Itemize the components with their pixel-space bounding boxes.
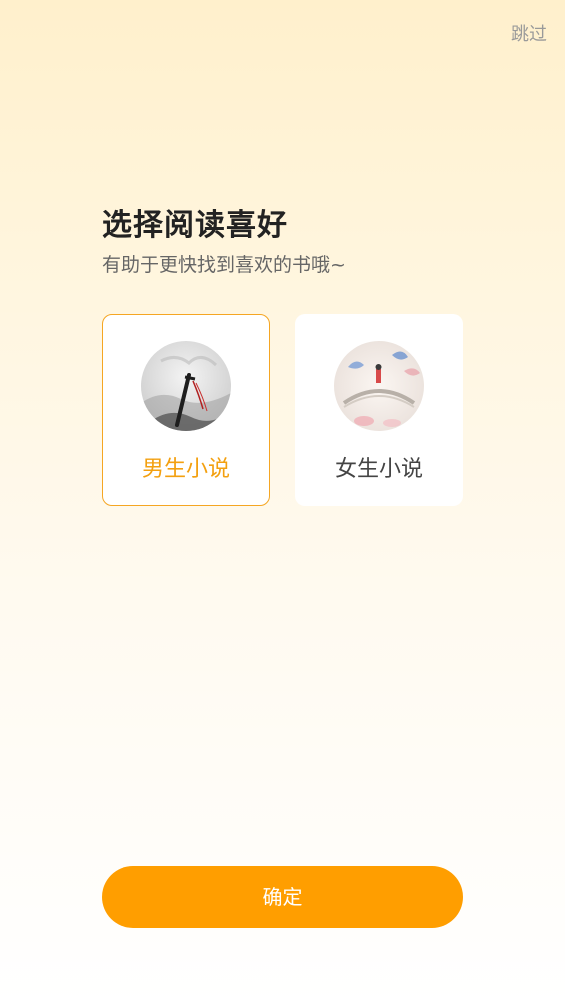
- option-label-male: 男生小说: [141, 457, 230, 482]
- male-novel-cover-image: [141, 341, 231, 431]
- page-title: 选择阅读喜好: [102, 208, 288, 243]
- page-subtitle: 有助于更快找到喜欢的书哦~: [102, 254, 346, 276]
- option-label-female: 女生小说: [334, 457, 423, 482]
- female-novel-cover-image: [334, 341, 424, 431]
- confirm-button[interactable]: 确定: [102, 866, 463, 928]
- skip-button[interactable]: 跳过: [511, 20, 547, 46]
- option-card-male[interactable]: 男生小说: [102, 314, 270, 506]
- option-card-female[interactable]: 女生小说: [295, 314, 463, 506]
